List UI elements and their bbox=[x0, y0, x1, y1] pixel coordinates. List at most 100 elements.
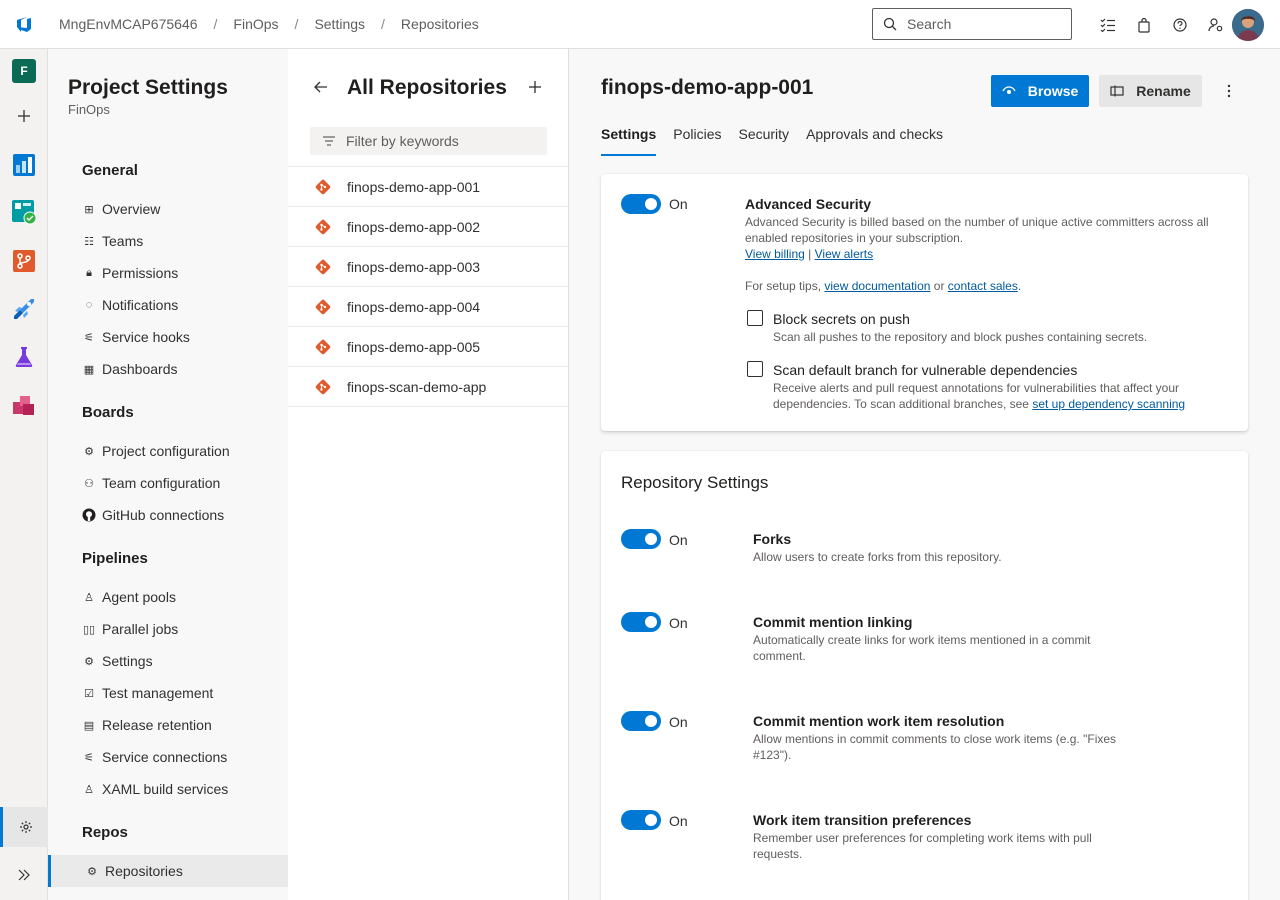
toggle-label: On bbox=[669, 532, 688, 548]
git-repo-icon bbox=[315, 379, 331, 394]
tab-policies[interactable]: Policies bbox=[673, 126, 721, 156]
repository-item[interactable]: finops-demo-app-005 bbox=[288, 327, 568, 367]
nav-item-notifications[interactable]: ◌ Notifications bbox=[82, 289, 179, 321]
search-icon bbox=[883, 17, 897, 31]
avatar[interactable] bbox=[1232, 9, 1264, 41]
task-list-icon[interactable] bbox=[1090, 10, 1126, 40]
breadcrumb-repositories[interactable]: Repositories bbox=[401, 16, 479, 32]
project-settings-icon[interactable] bbox=[0, 807, 48, 847]
toggle-label: On bbox=[669, 615, 688, 631]
overview-icon: ⊞ bbox=[84, 203, 94, 216]
test-plans-icon[interactable] bbox=[0, 337, 48, 377]
view-billing-link[interactable]: View billing bbox=[745, 247, 805, 261]
repository-list-title: All Repositories bbox=[347, 76, 507, 99]
nav-item-teams[interactable]: ☷ Teams bbox=[82, 225, 143, 257]
tab-security[interactable]: Security bbox=[738, 126, 789, 156]
repository-title: finops-demo-app-001 bbox=[601, 76, 814, 99]
view-alerts-link[interactable]: View alerts bbox=[815, 247, 873, 261]
repository-item[interactable]: finops-demo-app-004 bbox=[288, 287, 568, 327]
help-icon[interactable] bbox=[1162, 10, 1198, 40]
nav-item-agent-pools[interactable]: ♙ Agent pools bbox=[82, 581, 176, 613]
nav-item-service-connections[interactable]: ⚟ Service connections bbox=[82, 741, 227, 773]
back-arrow-icon[interactable] bbox=[314, 80, 328, 96]
repository-item[interactable]: finops-demo-app-003 bbox=[288, 247, 568, 287]
dependency-scanning-link[interactable]: set up dependency scanning bbox=[1032, 397, 1185, 411]
nav-item-test-management[interactable]: ☑ Test management bbox=[82, 677, 213, 709]
nav-item-team-configuration[interactable]: ⚇ Team configuration bbox=[82, 467, 220, 499]
nav-section-pipelines: Pipelines bbox=[82, 550, 148, 567]
lock-icon: 🔒︎ bbox=[86, 266, 92, 279]
nav-item-dashboards[interactable]: ▦ Dashboards bbox=[82, 353, 178, 385]
filter-placeholder: Filter by keywords bbox=[346, 133, 459, 149]
advanced-security-toggle[interactable] bbox=[621, 194, 661, 214]
repository-icon: ⚙︎ bbox=[87, 865, 97, 878]
settings-nav: Project Settings FinOps General ⊞ Overvie… bbox=[48, 49, 288, 900]
configuration-icon: ⚙︎ bbox=[84, 445, 94, 458]
scan-dependencies-checkbox[interactable] bbox=[747, 361, 763, 377]
parallel-icon: ▯▯ bbox=[82, 623, 96, 636]
forks-toggle[interactable] bbox=[621, 529, 661, 549]
scan-dependencies-title: Scan default branch for vulnerable depen… bbox=[773, 362, 1078, 378]
nav-section-repos: Repos bbox=[82, 824, 128, 841]
nav-item-project-configuration[interactable]: ⚙︎ Project configuration bbox=[82, 435, 230, 467]
repository-item[interactable]: finops-demo-app-001 bbox=[288, 167, 568, 207]
toggle-label: On bbox=[669, 196, 688, 212]
work-item-transition-toggle[interactable] bbox=[621, 810, 661, 830]
azure-devops-logo-icon[interactable] bbox=[0, 0, 48, 48]
chat-icon: ◌ bbox=[85, 299, 93, 311]
add-icon[interactable] bbox=[0, 96, 48, 136]
breadcrumb-settings[interactable]: Settings bbox=[314, 16, 365, 32]
repository-item[interactable]: finops-scan-demo-app bbox=[288, 367, 568, 407]
rename-button[interactable]: Rename bbox=[1099, 75, 1202, 107]
setup-tips: For setup tips, view documentation or co… bbox=[745, 279, 1022, 293]
git-repo-icon bbox=[315, 219, 331, 234]
plug-icon: ⚟ bbox=[84, 331, 94, 344]
view-documentation-link[interactable]: view documentation bbox=[824, 279, 930, 293]
nav-item-parallel-jobs[interactable]: ▯▯ Parallel jobs bbox=[82, 613, 178, 645]
add-repository-button[interactable] bbox=[528, 80, 542, 97]
git-repo-icon bbox=[315, 179, 331, 194]
nav-item-xaml-build-services[interactable]: ♙ XAML build services bbox=[82, 773, 228, 805]
project-avatar[interactable]: F bbox=[0, 51, 48, 91]
pipelines-icon[interactable] bbox=[0, 289, 48, 329]
expand-icon[interactable] bbox=[0, 855, 48, 895]
breadcrumb-project[interactable]: FinOps bbox=[233, 16, 278, 32]
overview-icon[interactable] bbox=[0, 145, 48, 185]
filter-input[interactable]: Filter by keywords bbox=[310, 127, 547, 155]
top-icons bbox=[1090, 10, 1234, 40]
left-rail: F bbox=[0, 49, 48, 900]
contact-sales-link[interactable]: contact sales bbox=[948, 279, 1018, 293]
nav-item-pipeline-settings[interactable]: ⚙︎ Settings bbox=[82, 645, 153, 677]
commit-mention-resolution-toggle[interactable] bbox=[621, 711, 661, 731]
nav-item-github-connections[interactable]: GitHub connections bbox=[82, 499, 224, 531]
repository-item[interactable]: finops-demo-app-002 bbox=[288, 207, 568, 247]
nav-item-overview[interactable]: ⊞ Overview bbox=[82, 193, 160, 225]
repository-settings-main: finops-demo-app-001 Browse Rename Settin… bbox=[569, 49, 1280, 900]
nav-item-release-retention[interactable]: ▤ Release retention bbox=[82, 709, 212, 741]
shopping-bag-icon[interactable] bbox=[1126, 10, 1162, 40]
repository-settings-title: Repository Settings bbox=[621, 473, 769, 492]
filter-icon bbox=[323, 136, 335, 146]
tab-settings[interactable]: Settings bbox=[601, 126, 657, 156]
advanced-security-title: Advanced Security bbox=[745, 196, 872, 212]
more-options-icon[interactable] bbox=[1217, 79, 1241, 103]
agent-icon: ♙ bbox=[84, 591, 94, 604]
search-input[interactable]: Search bbox=[872, 8, 1072, 40]
nav-item-service-hooks[interactable]: ⚟ Service hooks bbox=[82, 321, 190, 353]
nav-item-permissions[interactable]: 🔒︎ Permissions bbox=[82, 257, 178, 289]
browse-button[interactable]: Browse bbox=[991, 75, 1089, 107]
work-item-transition-title: Work item transition preferences bbox=[753, 812, 972, 828]
commit-mention-linking-title: Commit mention linking bbox=[753, 614, 913, 630]
commit-mention-linking-toggle[interactable] bbox=[621, 612, 661, 632]
artifacts-icon[interactable] bbox=[0, 385, 48, 425]
breadcrumb-separator: / bbox=[213, 16, 218, 32]
nav-item-repositories[interactable]: ⚙︎ Repositories bbox=[48, 855, 288, 887]
breadcrumb-organization[interactable]: MngEnvMCAP675646 bbox=[59, 16, 198, 32]
boards-icon[interactable] bbox=[0, 192, 48, 232]
repos-icon[interactable] bbox=[0, 241, 48, 281]
block-secrets-checkbox[interactable] bbox=[747, 310, 763, 326]
tab-approvals-and-checks[interactable]: Approvals and checks bbox=[806, 126, 943, 156]
user-settings-icon[interactable] bbox=[1198, 10, 1234, 40]
toggle-label: On bbox=[669, 813, 688, 829]
breadcrumb: MngEnvMCAP675646 / FinOps / Settings / R… bbox=[59, 16, 479, 32]
